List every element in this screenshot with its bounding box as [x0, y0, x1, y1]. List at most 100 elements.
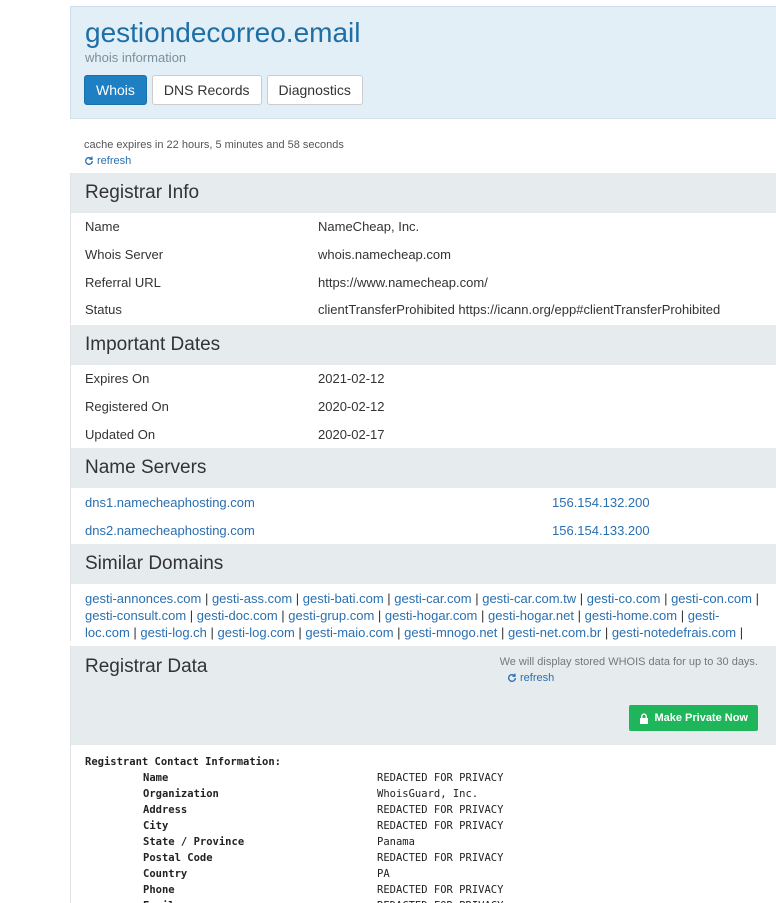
section-title: Registrar Data [85, 656, 208, 677]
raw-line: Organization WhoisGuard, Inc. [85, 786, 776, 802]
raw-value: REDACTED FOR PRIVACY [377, 898, 503, 903]
refresh-label: refresh [97, 155, 132, 167]
raw-key: Organization [143, 788, 219, 800]
raw-line: Phone REDACTED FOR PRIVACY [85, 882, 776, 898]
separator: | [277, 608, 289, 623]
domain-title: gestiondecorreo.email [85, 17, 361, 48]
page-subtitle: whois information [85, 50, 187, 65]
separator: | [677, 608, 688, 623]
info-value: whois.namecheap.com [318, 247, 451, 263]
section-title: Name Servers [71, 448, 776, 488]
similar-domain-link[interactable]: gesti-hogar.com [385, 608, 478, 623]
separator: | [292, 591, 303, 606]
stored-data-note: We will display stored WHOIS data for up… [499, 656, 758, 668]
similar-domain-link[interactable]: gesti-notedefrais.com [612, 625, 736, 640]
similar-domain-link[interactable]: gesti-log.ch [140, 625, 206, 640]
separator: | [129, 625, 141, 640]
raw-whois-block: Registrant Contact Information: Name REDA… [70, 745, 776, 903]
raw-line: City REDACTED FOR PRIVACY [85, 818, 776, 834]
separator: | [736, 625, 744, 640]
similar-domain-link[interactable]: gesti-consult.com [85, 608, 186, 623]
section-title: Important Dates [71, 325, 776, 365]
similar-domain-link[interactable]: gesti-doc.com [197, 608, 278, 623]
separator: | [393, 625, 405, 640]
separator: | [660, 591, 672, 606]
info-value: NameCheap, Inc. [318, 219, 420, 235]
raw-heading: Registrant Contact Information: [85, 756, 281, 768]
raw-key: Email [85, 898, 377, 903]
name-servers-section: Name Servers dns1.namecheaphosting.com 1… [70, 448, 776, 544]
date-value: 2020-02-17 [318, 426, 385, 442]
date-row: Updated On 2020-02-17 [71, 420, 776, 448]
separator: | [601, 625, 612, 640]
similar-domain-link[interactable]: gesti-maio.com [305, 625, 393, 640]
make-private-label: Make Private Now [654, 712, 748, 724]
info-row: Name NameCheap, Inc. [71, 213, 776, 241]
similar-domain-link[interactable]: gesti-grup.com [288, 608, 374, 623]
separator: | [477, 608, 488, 623]
separator: | [201, 591, 212, 606]
separator: | [294, 625, 306, 640]
similar-domain-link[interactable]: gesti-net.com.br [508, 625, 601, 640]
info-value: https://www.namecheap.com/ [318, 274, 488, 290]
lock-icon [640, 712, 649, 724]
section-title: Similar Domains [71, 544, 776, 584]
info-row: Status clientTransferProhibited https://i… [71, 296, 776, 324]
separator: | [206, 625, 218, 640]
raw-value: WhoisGuard, Inc. [377, 788, 479, 800]
registrar-data-section: Registrar Data We will display stored WH… [70, 646, 776, 745]
raw-line: EmailREDACTED FOR PRIVACY [85, 898, 776, 903]
raw-key: City [143, 820, 169, 832]
similar-domain-link[interactable]: gesti-car.com [394, 591, 471, 606]
tab-diagnostics[interactable]: Diagnostics [266, 75, 363, 105]
separator: | [497, 625, 509, 640]
raw-key: Address [143, 804, 188, 816]
info-key: Status [85, 302, 122, 318]
refresh-link[interactable]: refresh [507, 672, 554, 684]
tab-whois[interactable]: Whois [84, 75, 147, 105]
section-title: Registrar Info [71, 173, 776, 213]
similar-domains-list: gesti-annonces.com | gesti-ass.com | ges… [71, 584, 776, 641]
raw-value: REDACTED FOR PRIVACY [377, 852, 504, 864]
raw-key: Postal Code [143, 852, 213, 864]
registrar-info-section: Registrar Info Name NameCheap, Inc. Whois… [70, 173, 776, 324]
info-key: Name [85, 219, 120, 235]
name-server-link[interactable]: dns2.namecheaphosting.com [85, 523, 552, 538]
ip-link[interactable]: 156.154.133.200 [552, 523, 650, 538]
refresh-link[interactable]: refresh [84, 155, 131, 167]
info-row: Whois Server whois.namecheap.com [71, 241, 776, 269]
raw-key: Country [143, 868, 188, 880]
similar-domain-link[interactable]: gesti-hogar.net [488, 608, 574, 623]
similar-domain-link[interactable]: gesti-co.com [587, 591, 661, 606]
similar-domain-link[interactable]: gesti-log.com [218, 625, 295, 640]
similar-domain-link[interactable]: gesti-bati.com [303, 591, 384, 606]
ip-link[interactable]: 156.154.132.200 [552, 495, 650, 510]
cache-expiry-text: cache expires in 22 hours, 5 minutes and… [84, 139, 344, 151]
date-value: 2021-02-12 [318, 371, 385, 387]
info-key: Referral URL [85, 274, 161, 290]
separator: | [186, 608, 197, 623]
make-private-button[interactable]: Make Private Now [629, 705, 758, 731]
raw-value: Panama [377, 836, 415, 848]
separator: | [374, 608, 385, 623]
raw-value: REDACTED FOR PRIVACY [377, 820, 504, 832]
name-server-link[interactable]: dns1.namecheaphosting.com [85, 495, 552, 510]
similar-domain-link[interactable]: gesti-car.com.tw [482, 591, 576, 606]
separator: | [576, 591, 587, 606]
important-dates-section: Important Dates Expires On 2021-02-12 Reg… [70, 325, 776, 449]
similar-domain-link[interactable]: gesti-mnogo.net [404, 625, 497, 640]
separator: | [574, 608, 585, 623]
name-server-row: dns1.namecheaphosting.com 156.154.132.20… [71, 488, 776, 516]
similar-domain-link[interactable]: gesti-ass.com [212, 591, 292, 606]
raw-line: Postal Code REDACTED FOR PRIVACY [85, 850, 776, 866]
date-key: Updated On [85, 426, 156, 442]
raw-line: Country PA [85, 866, 776, 882]
raw-key: Name [143, 772, 169, 784]
date-key: Registered On [85, 399, 169, 415]
tab-dns-records[interactable]: DNS Records [151, 75, 262, 105]
raw-key: State / Province [143, 836, 245, 848]
similar-domain-link[interactable]: gesti-con.com [671, 591, 752, 606]
separator: | [751, 591, 759, 606]
similar-domain-link[interactable]: gesti-home.com [585, 608, 677, 623]
similar-domain-link[interactable]: gesti-annonces.com [85, 591, 201, 606]
